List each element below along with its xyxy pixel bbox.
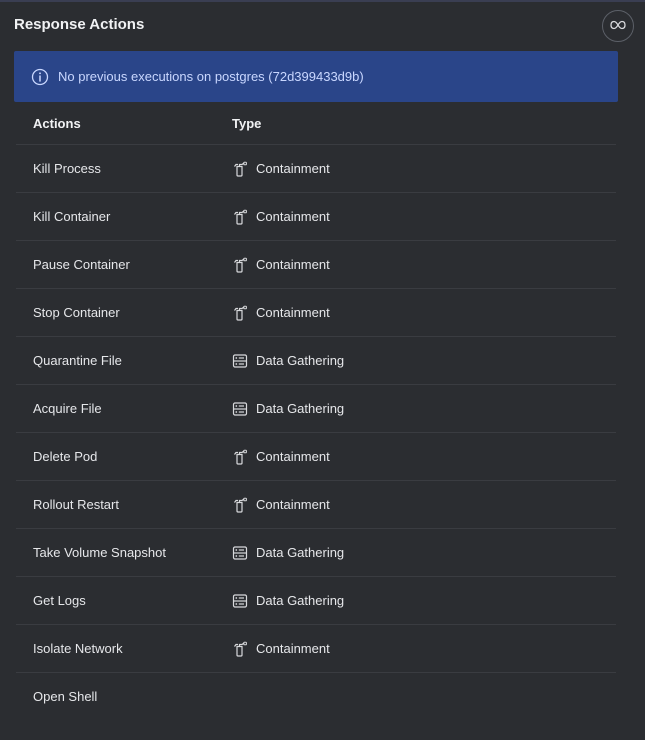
data-gathering-icon (232, 593, 248, 609)
response-actions-panel: Response Actions No previous executions … (0, 0, 645, 740)
data-gathering-icon (232, 353, 248, 369)
action-name: Kill Container (33, 209, 111, 224)
action-type-cell: Containment (232, 305, 330, 321)
table-row[interactable]: Open Shell (16, 673, 616, 720)
action-type-cell: Containment (232, 497, 330, 513)
action-name: Quarantine File (33, 353, 122, 368)
action-type-label: Data Gathering (256, 401, 345, 416)
fire-extinguisher-icon (232, 641, 248, 657)
action-type-cell: Containment (232, 161, 330, 177)
table-row[interactable]: Take Volume Snapshot Data Gathering (16, 529, 616, 577)
action-name: Delete Pod (33, 449, 98, 464)
action-type-label: Containment (256, 209, 330, 224)
action-type-label: Containment (256, 305, 330, 320)
action-type-label: Data Gathering (256, 545, 345, 560)
table-row[interactable]: Pause Container Containment (16, 241, 616, 289)
action-type-cell: Containment (232, 257, 330, 273)
action-type-label: Containment (256, 161, 330, 176)
table-row[interactable]: Kill Container Containment (16, 193, 616, 241)
action-name: Open Shell (33, 689, 98, 704)
action-name: Acquire File (33, 401, 102, 416)
table-row[interactable]: Stop Container Containment (16, 289, 616, 337)
action-name: Stop Container (33, 305, 120, 320)
table-row[interactable]: Rollout Restart Containment (16, 481, 616, 529)
table-row[interactable]: Isolate Network Containment (16, 625, 616, 673)
fire-extinguisher-icon (232, 449, 248, 465)
table-row[interactable]: Kill Process Containment (16, 145, 616, 193)
action-type-cell: Data Gathering (232, 593, 344, 609)
action-type-cell: Containment (232, 449, 330, 465)
column-header-type: Type (232, 116, 262, 131)
action-type-label: Containment (256, 641, 330, 656)
action-type-cell: Data Gathering (232, 353, 344, 369)
banner-message: No previous executions on postgres (72d3… (58, 69, 364, 84)
panel-title: Response Actions (14, 16, 145, 33)
action-type-label: Containment (256, 257, 330, 272)
column-header-actions: Actions (33, 116, 81, 131)
action-name: Take Volume Snapshot (33, 545, 166, 560)
action-name: Rollout Restart (33, 497, 119, 512)
action-type-cell: Data Gathering (232, 545, 344, 561)
action-type-cell: Data Gathering (232, 401, 344, 417)
data-gathering-icon (232, 545, 248, 561)
info-icon (31, 68, 49, 86)
action-name: Get Logs (33, 593, 86, 608)
table-row[interactable]: Quarantine File Data Gathering (16, 337, 616, 385)
fire-extinguisher-icon (232, 257, 248, 273)
action-type-label: Containment (256, 449, 330, 464)
actions-table: Actions Type Kill Process Containment Kill… (16, 103, 616, 720)
action-name: Pause Container (33, 257, 130, 272)
infinity-button[interactable] (602, 10, 634, 42)
fire-extinguisher-icon (232, 305, 248, 321)
fire-extinguisher-icon (232, 497, 248, 513)
table-row[interactable]: Get Logs Data Gathering (16, 577, 616, 625)
action-type-cell: Containment (232, 209, 330, 225)
table-header: Actions Type (16, 103, 616, 145)
info-banner: No previous executions on postgres (72d3… (14, 51, 618, 102)
action-type-label: Data Gathering (256, 593, 345, 608)
panel-header: Response Actions (0, 2, 645, 50)
action-type-cell: Containment (232, 641, 330, 657)
action-type-label: Containment (256, 497, 330, 512)
table-row[interactable]: Acquire File Data Gathering (16, 385, 616, 433)
infinity-icon (610, 17, 626, 35)
table-row[interactable]: Delete Pod Containment (16, 433, 616, 481)
action-type-label: Data Gathering (256, 353, 345, 368)
action-name: Kill Process (33, 161, 101, 176)
fire-extinguisher-icon (232, 161, 248, 177)
action-name: Isolate Network (33, 641, 123, 656)
fire-extinguisher-icon (232, 209, 248, 225)
data-gathering-icon (232, 401, 248, 417)
